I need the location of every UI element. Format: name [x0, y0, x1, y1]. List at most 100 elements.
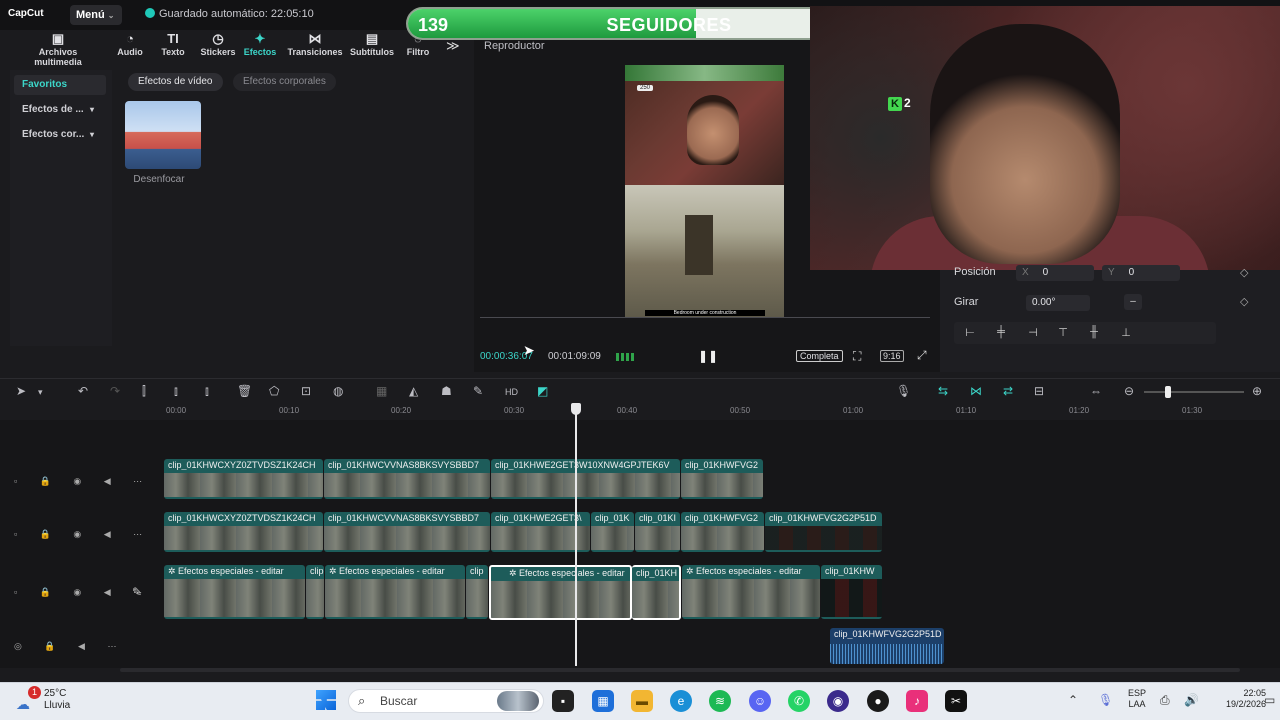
split-left-icon[interactable]: ⫾	[174, 384, 178, 399]
undo-icon[interactable]: ↶	[78, 384, 88, 398]
rotate-reset-button[interactable]: –	[1124, 294, 1142, 310]
align-right-icon[interactable]: ⊣	[1023, 326, 1043, 339]
effect-thumbnail-blur[interactable]	[125, 101, 201, 169]
timeline-ruler[interactable]	[160, 404, 1280, 420]
delete-icon[interactable]: 🗑	[237, 384, 252, 398]
clip[interactable]: clip_01KHWE2GET3W10XNW4GPJTEK6V	[491, 459, 680, 499]
network-icon[interactable]: ⎙	[1160, 693, 1170, 708]
position-y-field[interactable]: Y0	[1102, 265, 1180, 281]
sidebar-item-video-effects[interactable]: Efectos de ... ▾	[14, 100, 106, 120]
effect-clip-selected[interactable]: ✲ Efectos especiales - editar	[489, 565, 632, 620]
app-icon[interactable]: ▦	[592, 690, 614, 712]
effect-clip[interactable]: ✲ Efectos especiales - editar	[164, 565, 305, 619]
clock[interactable]: 22:05 19/2/2026	[1226, 688, 1266, 710]
fit-icon[interactable]: ⇔	[1090, 384, 1102, 398]
edge-icon[interactable]: e	[670, 690, 692, 712]
speed-icon[interactable]: ◍	[333, 384, 343, 398]
person-icon[interactable]: ☗	[441, 384, 452, 398]
clip[interactable]: clip_01KI	[635, 512, 680, 552]
expand-icon[interactable]: ⤢	[917, 348, 927, 363]
audio-clip[interactable]: clip_01KHWFVG2G2P51D	[830, 628, 944, 664]
whatsapp-icon[interactable]: ✆	[788, 690, 810, 712]
weather-widget[interactable]: 25°C Lluvia	[44, 688, 70, 712]
tab-body-effects[interactable]: Efectos corporales	[233, 73, 336, 91]
link-icon[interactable]: ⇄	[1003, 384, 1013, 398]
position-x-field[interactable]: X0	[1016, 265, 1094, 281]
align-top-icon[interactable]: ⊤	[1053, 326, 1073, 339]
aspect-ratio-button[interactable]: 9:16	[880, 350, 904, 362]
freeze-icon[interactable]: ▦	[376, 384, 387, 398]
playhead-handle[interactable]	[571, 403, 581, 415]
clip[interactable]: clip_01KHWFVG2G2P51D	[765, 512, 882, 552]
select-tool-icon[interactable]: ➤	[16, 384, 26, 398]
split-right-icon[interactable]: ⫾	[205, 384, 209, 399]
marker-icon[interactable]: ⬠	[269, 384, 279, 398]
menu-button[interactable]: Menú ⌄	[70, 5, 122, 25]
timeline-scrollbar[interactable]	[120, 668, 1240, 672]
tool-media[interactable]: ▣ Archivos multimedia	[26, 32, 90, 68]
sidebar-item-favorites[interactable]: Favoritos	[14, 75, 106, 95]
auto-reframe-icon[interactable]: ◩	[537, 384, 548, 398]
zoom-slider[interactable]	[1144, 391, 1244, 393]
more-tools-icon[interactable]: ≫	[446, 38, 460, 54]
link-main-track-icon[interactable]: ⇆	[938, 384, 948, 398]
task-view-icon[interactable]: ▪	[552, 690, 574, 712]
chevron-down-icon[interactable]: ▾	[38, 387, 43, 398]
zoom-slider-handle[interactable]	[1165, 386, 1171, 398]
capcut-icon[interactable]: ✂	[945, 690, 967, 712]
redo-icon[interactable]: ↷	[110, 384, 120, 398]
rotate-field[interactable]: 0.00°	[1026, 295, 1090, 311]
edit-cover-icon[interactable]: ✎	[132, 585, 142, 599]
obs-icon[interactable]: ◉	[827, 690, 849, 712]
clip[interactable]: clip_01KHWCVVNAS8BKSVYSBBD7	[324, 459, 490, 499]
zoom-out-icon[interactable]: ⊖	[1124, 384, 1134, 398]
preview-axis-icon[interactable]: ⊟	[1034, 384, 1044, 398]
microphone-icon[interactable]: 🎙	[1098, 693, 1113, 707]
clip[interactable]: clip_01KHWFVG2	[681, 512, 764, 552]
snap-icon[interactable]: ⋈	[970, 384, 982, 398]
align-center-v-icon[interactable]: ╫	[1084, 326, 1104, 338]
zoom-in-icon[interactable]: ⊕	[1252, 384, 1262, 398]
clip[interactable]: clip_01KH	[632, 565, 681, 620]
clip[interactable]: clip_01KHW	[821, 565, 882, 619]
clip[interactable]: clip_01KHWCVVNAS8BKSVYSBBD7	[324, 512, 490, 552]
language-indicator[interactable]: ESP LAA	[1128, 688, 1146, 710]
keyframe-icon[interactable]: ◇	[1240, 295, 1248, 308]
hd-icon[interactable]: HD	[505, 387, 518, 397]
clip[interactable]: clip_01KHWCXYZ0ZTVDSZ1K24CH	[164, 459, 323, 499]
screenshot-icon[interactable]: ⛶	[853, 349, 861, 364]
align-center-h-icon[interactable]: ╪	[991, 326, 1011, 338]
crop-icon[interactable]: ⊡	[301, 384, 311, 398]
track-2-controls[interactable]: ▫ 🔒 ◉ ◀ ⋯	[14, 529, 152, 540]
playhead[interactable]	[575, 404, 577, 666]
player-scrubber[interactable]	[480, 317, 930, 318]
pause-button[interactable]: ❚❚	[698, 349, 718, 363]
app-icon[interactable]: ●	[867, 690, 889, 712]
clip[interactable]: clip_01KHWFVG2	[681, 459, 763, 499]
discord-icon[interactable]: ☺	[749, 690, 771, 712]
clip[interactable]: clip_01KHWCXYZ0ZTVDSZ1K24CH	[164, 512, 323, 552]
clip[interactable]: clip	[466, 565, 488, 619]
clip[interactable]: clip_01K	[591, 512, 634, 552]
microphone-icon[interactable]: 🎙	[896, 384, 911, 398]
fullscreen-quality-button[interactable]: Completa	[796, 350, 843, 362]
keyframe-icon[interactable]: ◇	[1240, 266, 1248, 279]
magic-wand-icon[interactable]: ✎	[473, 384, 483, 398]
mirror-icon[interactable]: ◭	[409, 384, 418, 398]
chevron-up-icon[interactable]: ⌃	[1068, 693, 1078, 707]
video-preview[interactable]: 250 Bedroom under construction	[625, 65, 784, 317]
sidebar-item-body-effects[interactable]: Efectos cor... ▾	[14, 125, 106, 145]
align-left-icon[interactable]: ⊢	[960, 326, 980, 339]
effect-clip[interactable]: ✲ Efectos especiales - editar	[682, 565, 820, 619]
audio-track-controls[interactable]: ◎ 🔒 ◀ ⋯	[14, 641, 126, 652]
tiktok-icon[interactable]: ♪	[906, 690, 928, 712]
search-highlight-image[interactable]	[497, 691, 539, 711]
notification-icon[interactable]: ▭	[1264, 693, 1275, 707]
track-1-controls[interactable]: ▫ 🔒 ◉ ◀ ⋯	[14, 476, 152, 487]
clip[interactable]: clip	[306, 565, 324, 619]
split-icon[interactable]: ⫿	[142, 384, 146, 399]
volume-icon[interactable]: 🔊	[1184, 693, 1199, 707]
tab-video-effects[interactable]: Efectos de vídeo	[128, 73, 223, 91]
effect-clip[interactable]: ✲ Efectos especiales - editar	[325, 565, 465, 619]
rain-cloud-icon[interactable]: ☁	[16, 696, 30, 713]
